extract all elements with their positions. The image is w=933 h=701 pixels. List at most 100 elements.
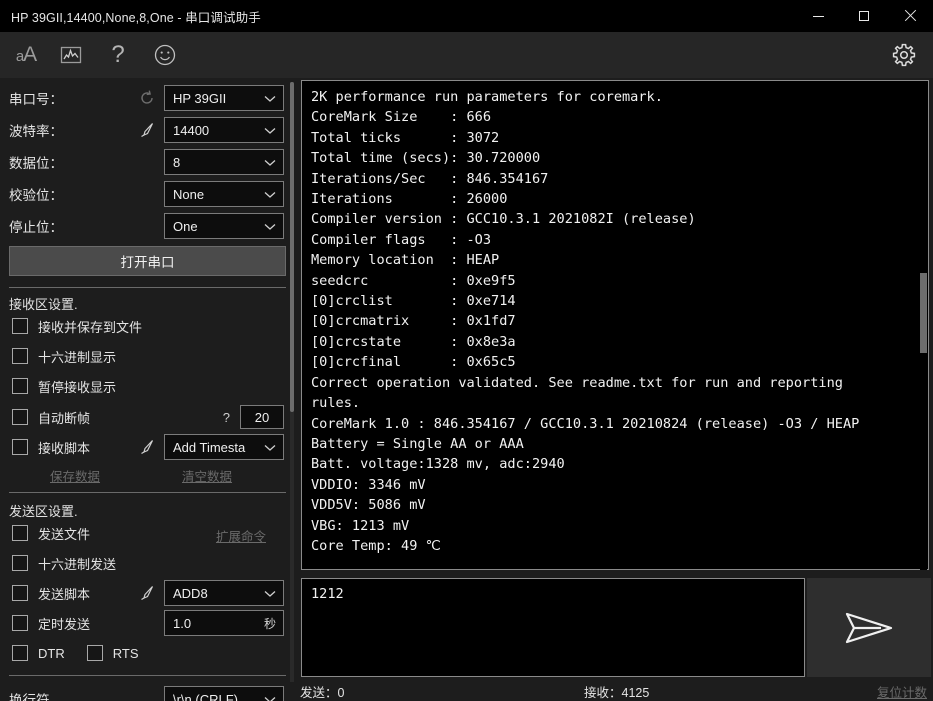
- question-mark-icon[interactable]: ?: [95, 32, 141, 78]
- clear-data-link[interactable]: 清空数据: [182, 466, 232, 485]
- status-bar: 发送：0 接收：4125 复位计数: [296, 680, 933, 701]
- parity-select[interactable]: None: [164, 181, 284, 207]
- chevron-down-icon: [264, 697, 276, 701]
- checkbox-box[interactable]: [12, 378, 28, 394]
- checkbox-timed-send[interactable]: 定时发送 1.0 秒: [0, 609, 292, 637]
- send-script-value: ADD8: [173, 585, 208, 601]
- checkbox-box[interactable]: [12, 585, 28, 601]
- parity-label: 校验位：: [9, 188, 63, 203]
- receive-section-title: 接收区设置.: [9, 297, 78, 312]
- chevron-down-icon: [264, 160, 276, 166]
- terminal-scrollbar-thumb[interactable]: [920, 273, 927, 353]
- chevron-down-icon: [264, 192, 276, 198]
- checkbox-save-to-file[interactable]: 接收并保存到文件: [0, 312, 292, 340]
- baudrate-row: 波特率： 14400: [0, 114, 292, 146]
- send-input[interactable]: 1212: [301, 578, 805, 677]
- baudrate-label: 波特率：: [9, 124, 63, 139]
- send-script-select[interactable]: ADD8: [164, 580, 284, 606]
- serial-debug-assistant-window: HP 39GII,14400,None,8,One - 串口调试助手 aA ?: [0, 0, 933, 701]
- divider-send: [9, 492, 286, 493]
- title-bar: HP 39GII,14400,None,8,One - 串口调试助手: [0, 0, 933, 32]
- newline-label: 换行符: [9, 693, 50, 701]
- stopbits-select[interactable]: One: [164, 213, 284, 239]
- checkbox-label: 暂停接收显示: [38, 379, 117, 395]
- received-counter: 接收：4125: [584, 686, 650, 700]
- waveform-chart-icon[interactable]: [48, 32, 94, 78]
- gear-icon[interactable]: [881, 32, 927, 78]
- checkbox-pause-display[interactable]: 暂停接收显示: [0, 372, 292, 400]
- port-row: 串口号： HP 39GII: [0, 82, 292, 114]
- newline-value: \r\n (CRLF): [173, 691, 238, 701]
- divider-newline: [9, 675, 286, 676]
- sent-counter: 发送：0: [300, 686, 345, 700]
- stopbits-value: One: [173, 218, 198, 234]
- checkbox-auto-frame-break[interactable]: 自动断帧 ? 20: [0, 403, 292, 431]
- minimize-button[interactable]: [795, 0, 841, 32]
- checkbox-label: 接收脚本: [38, 440, 91, 456]
- checkbox-label: 十六进制显示: [38, 349, 117, 365]
- checkbox-box[interactable]: [12, 318, 28, 334]
- baudrate-select[interactable]: 14400: [164, 117, 284, 143]
- checkbox-box[interactable]: [12, 409, 28, 425]
- smiley-face-icon[interactable]: [142, 32, 188, 78]
- script-pen-icon[interactable]: [138, 584, 156, 602]
- script-pen-icon[interactable]: [138, 121, 156, 139]
- port-select[interactable]: HP 39GII: [164, 85, 284, 111]
- checkbox-box[interactable]: [12, 555, 28, 571]
- checkbox-send-script[interactable]: 发送脚本 ADD8: [0, 579, 292, 607]
- port-value: HP 39GII: [173, 90, 227, 106]
- paper-plane-icon: [845, 612, 893, 643]
- frame-break-input[interactable]: 20: [240, 405, 284, 429]
- receive-script-select[interactable]: Add Timesta: [164, 434, 284, 460]
- rts-label: RTS: [112, 645, 139, 661]
- send-section-title: 发送区设置.: [9, 504, 78, 519]
- checkbox-box[interactable]: [12, 439, 28, 455]
- chevron-down-icon: [264, 445, 276, 451]
- extend-command-link[interactable]: 扩展命令: [216, 526, 266, 545]
- checkbox-receive-script[interactable]: 接收脚本 Add Timesta: [0, 433, 292, 461]
- reset-counter-link[interactable]: 复位计数: [877, 682, 927, 701]
- close-button[interactable]: [887, 0, 933, 32]
- window-title: HP 39GII,14400,None,8,One - 串口调试助手: [11, 10, 261, 25]
- port-label: 串口号：: [9, 92, 63, 107]
- save-data-link[interactable]: 保存数据: [50, 466, 100, 485]
- timed-send-input[interactable]: 1.0 秒: [164, 610, 284, 636]
- maximize-icon: [859, 11, 869, 21]
- parity-row: 校验位： None: [0, 178, 292, 210]
- chevron-down-icon: [264, 224, 276, 230]
- maximize-button[interactable]: [841, 0, 887, 32]
- databits-value: 8: [173, 154, 181, 170]
- send-button[interactable]: [807, 578, 931, 677]
- checkbox-box[interactable]: [12, 525, 28, 541]
- checkbox-label: 发送脚本: [38, 586, 91, 602]
- close-icon: [904, 10, 916, 22]
- settings-sidebar: 串口号： HP 39GII 波特率： 14400 数据位： 8 校验位： Non…: [0, 78, 296, 701]
- checkbox-label: 发送文件: [38, 526, 91, 542]
- sidebar-scrollbar-thumb[interactable]: [290, 82, 294, 412]
- frame-break-hint-icon[interactable]: ?: [223, 410, 230, 425]
- checkbox-send-file[interactable]: 发送文件 扩展命令: [0, 519, 292, 547]
- checkbox-rts[interactable]: [86, 645, 103, 661]
- window-controls: [795, 0, 933, 32]
- checkbox-box[interactable]: [12, 615, 28, 631]
- refresh-icon[interactable]: [138, 89, 156, 107]
- databits-select[interactable]: 8: [164, 149, 284, 175]
- script-pen-icon[interactable]: [138, 438, 156, 456]
- checkbox-box[interactable]: [12, 348, 28, 364]
- checkbox-hex-display[interactable]: 十六进制显示: [0, 342, 292, 370]
- timed-send-unit: 秒: [263, 616, 276, 631]
- checkbox-hex-send[interactable]: 十六进制发送: [0, 549, 292, 577]
- receive-area[interactable]: 2K performance run parameters for corema…: [301, 80, 929, 570]
- toolbar: aA ?: [0, 32, 933, 106]
- checkbox-dtr[interactable]: [12, 645, 28, 661]
- font-size-icon[interactable]: aA: [3, 32, 49, 78]
- open-port-button[interactable]: 打开串口: [9, 246, 286, 276]
- divider-receive: [9, 287, 286, 288]
- checkbox-label: 接收并保存到文件: [38, 319, 143, 335]
- stopbits-row: 停止位： One: [0, 210, 292, 242]
- parity-value: None: [173, 186, 205, 202]
- newline-select[interactable]: \r\n (CRLF): [164, 686, 284, 701]
- timed-send-value: 1.0: [173, 615, 192, 631]
- chevron-down-icon: [264, 591, 276, 597]
- checkbox-label: 十六进制发送: [38, 556, 117, 572]
